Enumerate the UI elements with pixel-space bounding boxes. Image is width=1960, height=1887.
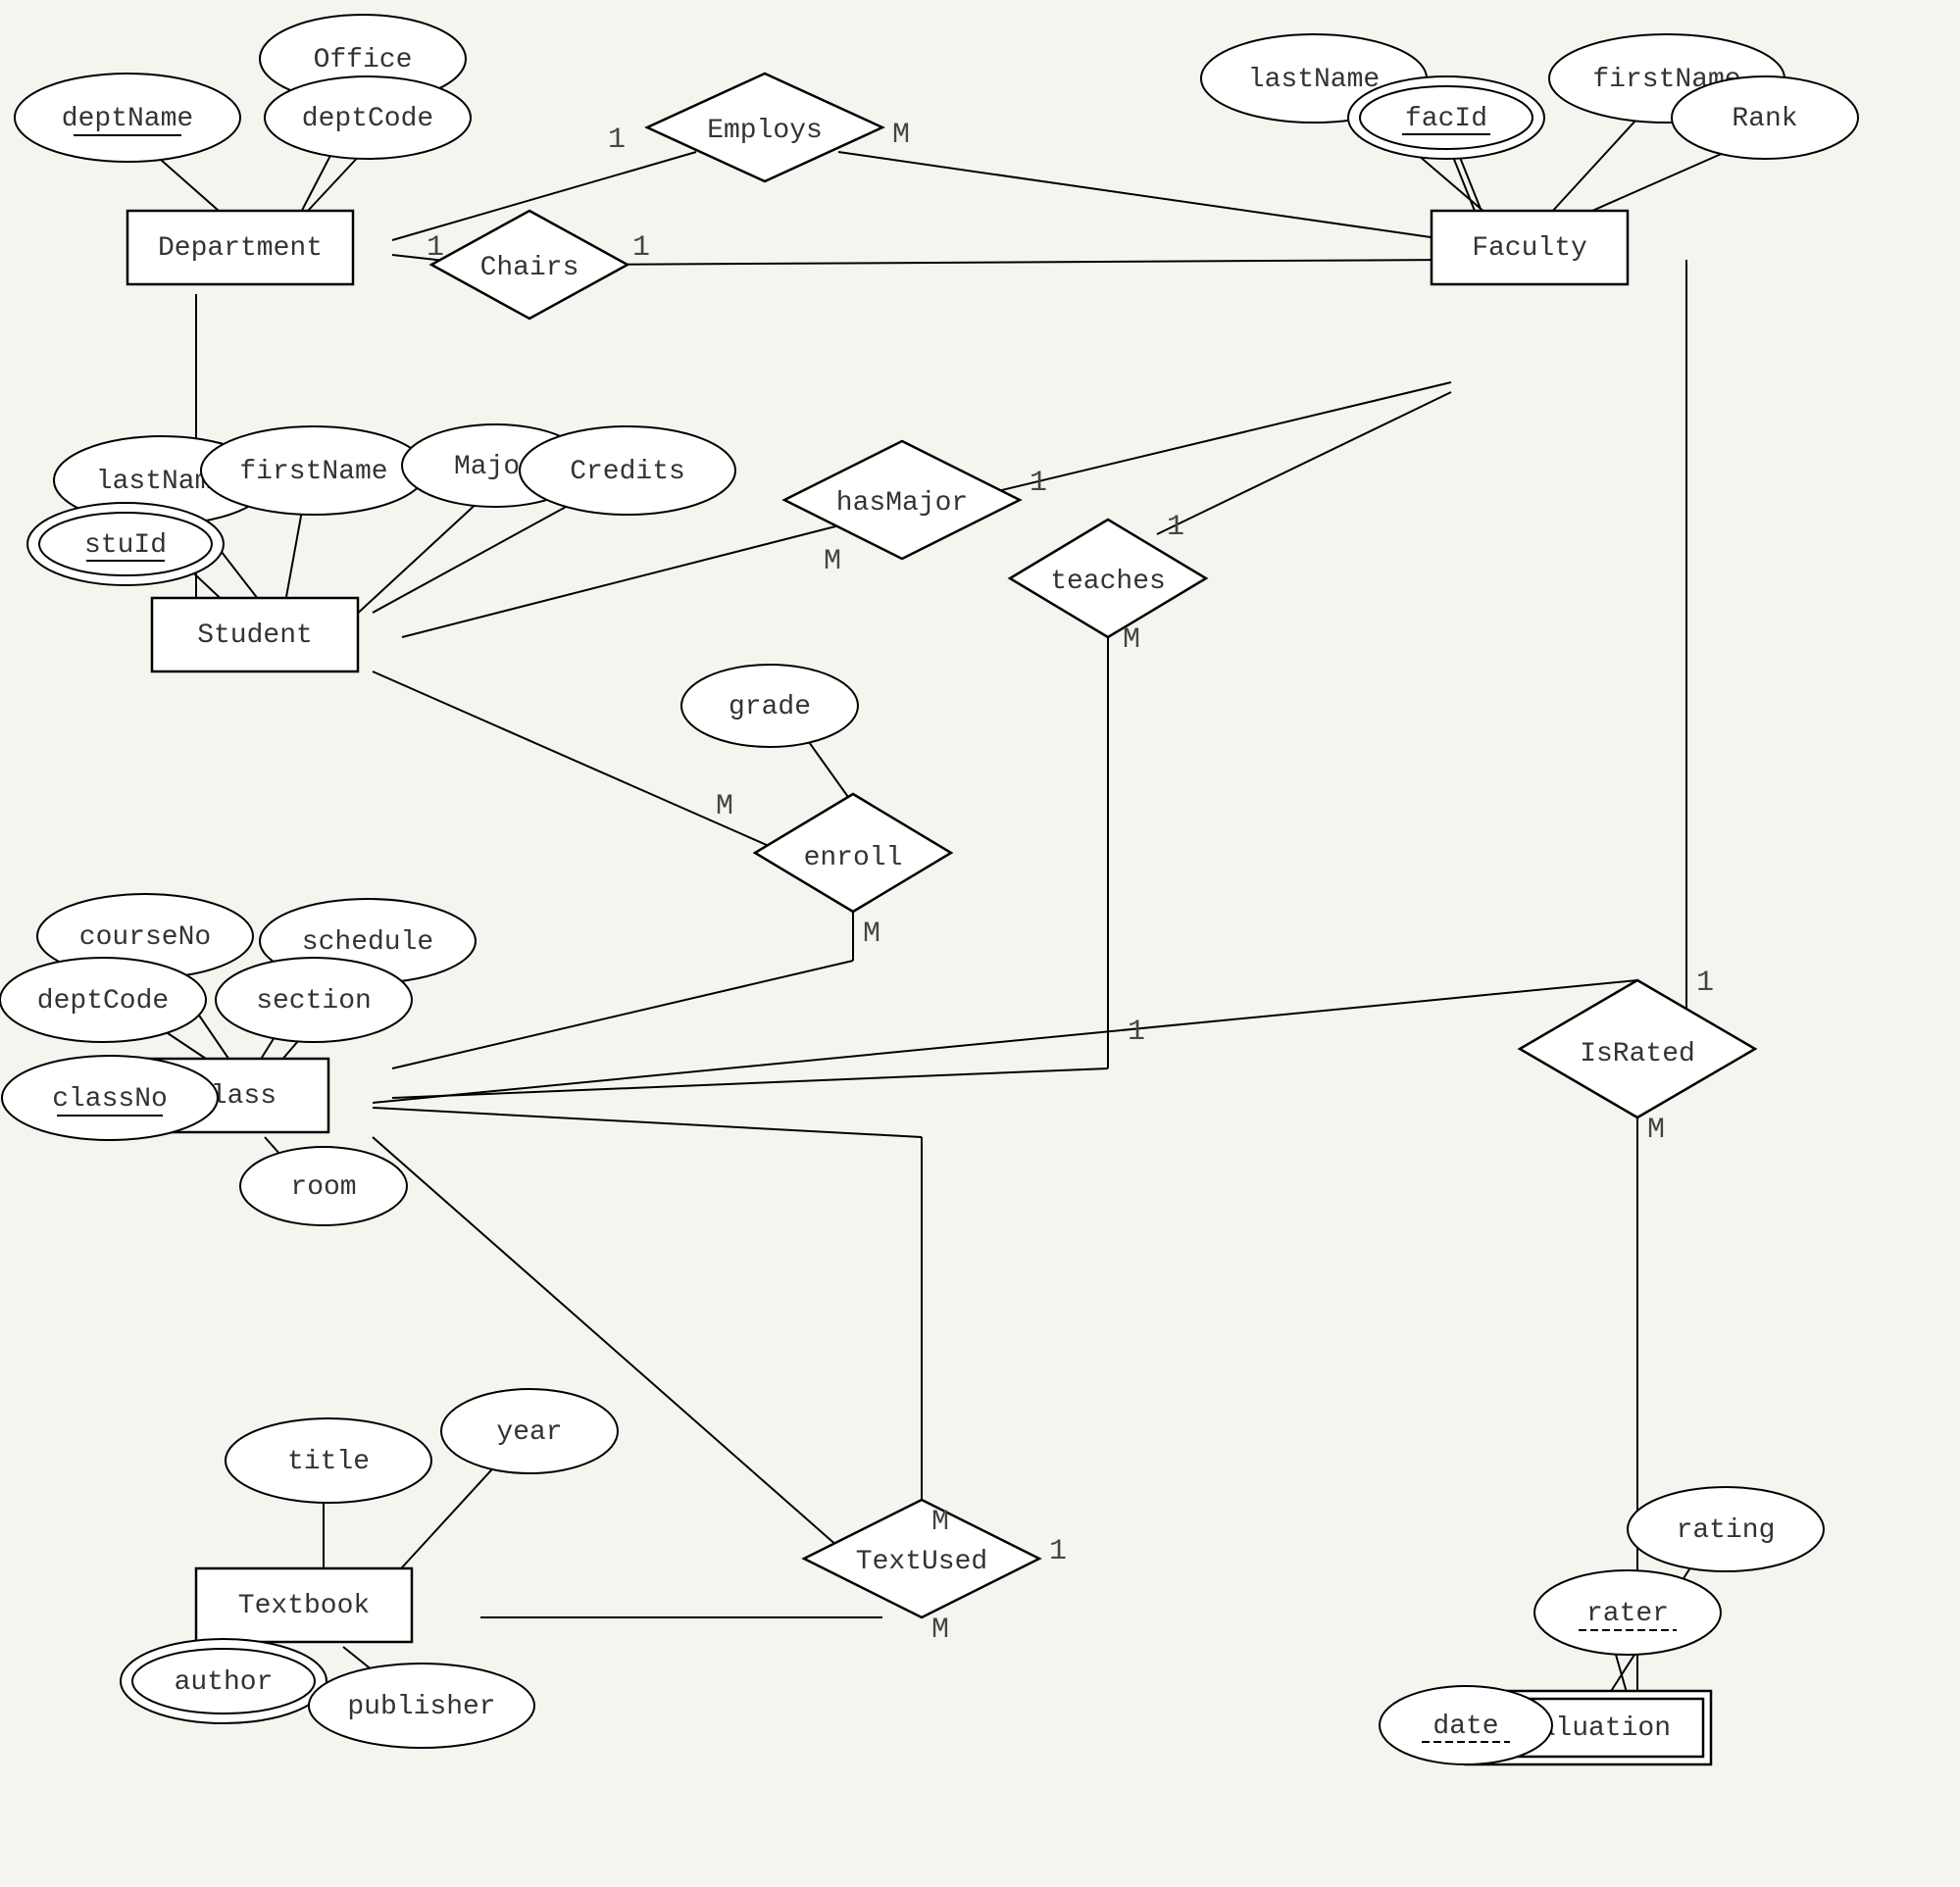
student-firstname-text: firstName — [239, 457, 387, 487]
textbook-author-text: author — [175, 1667, 274, 1698]
student-label: Student — [197, 621, 313, 651]
faculty-lastname-text: lastName — [1248, 65, 1380, 95]
enroll-label: enroll — [804, 843, 903, 873]
class-room-text: room — [290, 1172, 356, 1203]
chairs-label: Chairs — [480, 253, 579, 283]
enroll-card-m-class: M — [863, 918, 880, 951]
faculty-rank-text: Rank — [1732, 104, 1797, 134]
textbook-label: Textbook — [238, 1591, 370, 1621]
class-schedule-text: schedule — [302, 927, 433, 958]
chairs-card-1-dept: 1 — [427, 231, 444, 265]
eval-rater-text: rater — [1586, 1599, 1669, 1629]
textbook-publisher-text: publisher — [347, 1692, 495, 1722]
israted-label: IsRated — [1580, 1039, 1695, 1069]
class-classno-text: classNo — [52, 1084, 168, 1115]
grade-text: grade — [729, 692, 811, 722]
hasmajor-card-1: 1 — [1030, 467, 1047, 500]
hasmajor-card-m: M — [824, 545, 841, 578]
deptcode-dept-text: deptCode — [302, 104, 433, 134]
textused-card-m-text: M — [931, 1614, 949, 1647]
textbook-year-text: year — [496, 1417, 562, 1448]
eval-rating-text: rating — [1677, 1515, 1776, 1546]
textused-card-m-class: M — [931, 1506, 949, 1539]
hasmajor-label: hasMajor — [836, 488, 968, 519]
employs-card-m: M — [892, 119, 910, 152]
employs-label: Employs — [707, 116, 823, 146]
student-stuid-text: stuId — [84, 530, 167, 561]
employs-card-1: 1 — [608, 124, 626, 157]
faculty-facid-text: facId — [1405, 104, 1487, 134]
textbook-title-text: title — [287, 1447, 370, 1477]
israted-card-1-top: 1 — [1128, 1016, 1145, 1049]
class-courseno-text: courseNo — [79, 922, 211, 953]
chairs-card-1-fac: 1 — [632, 231, 650, 265]
student-credits-text: Credits — [570, 457, 685, 487]
eval-date-text: date — [1432, 1712, 1498, 1742]
teaches-card-m: M — [1123, 623, 1140, 657]
class-section-text: section — [256, 986, 372, 1017]
department-label: Department — [158, 233, 323, 264]
textused-card-1: 1 — [1049, 1535, 1067, 1568]
israted-card-m-eval: M — [1647, 1114, 1665, 1147]
deptname-text: deptName — [62, 104, 193, 134]
faculty-label: Faculty — [1472, 233, 1587, 264]
class-deptcode-text: deptCode — [37, 986, 169, 1017]
teaches-card-1: 1 — [1167, 511, 1184, 544]
office-text: Office — [314, 45, 413, 75]
israted-card-1-fac: 1 — [1696, 967, 1714, 1000]
teaches-label: teaches — [1050, 567, 1166, 597]
textused-label: TextUsed — [856, 1547, 987, 1577]
enroll-card-m-student: M — [716, 790, 733, 823]
